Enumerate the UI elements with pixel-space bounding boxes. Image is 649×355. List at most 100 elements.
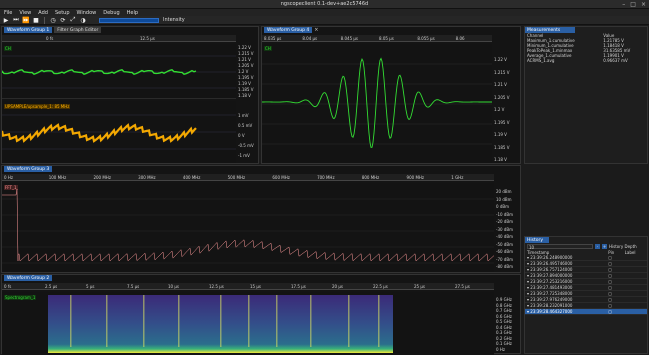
axis-tick-label: 1.19 V	[494, 132, 507, 137]
axis-tick-label: -0.5 mV	[238, 143, 254, 148]
single-trigger-icon[interactable]: ⏭	[12, 16, 20, 24]
axis-tick-label: 1.22 V	[238, 45, 251, 50]
axis-tick-label: 0.5 GHz	[496, 319, 512, 325]
measurements-panel: Measurements Channel Value Maximum_1.cumu…	[524, 26, 648, 164]
table-row-selected[interactable]: ▾ 23:39:28.464327000 ▢	[525, 308, 647, 315]
axis-tick-label: -60 dBm	[496, 249, 513, 254]
axis-tick-label: 0.1 GHz	[496, 341, 512, 347]
axis-tick-label: -70 dBm	[496, 256, 513, 262]
axis-tick-label: -40 dBm	[496, 234, 513, 239]
history-icon[interactable]: ◷	[49, 17, 57, 24]
axis-tick-label: 1.19 V	[238, 81, 251, 86]
ruler-tick: 12.5 µs	[140, 36, 155, 41]
menu-add[interactable]: Add	[38, 10, 48, 16]
ruler-tick: 8.05 µs	[379, 36, 394, 41]
axis-tick-label: 1.2 V	[238, 69, 249, 74]
zoom-fit-icon[interactable]: ⤢	[69, 16, 77, 24]
tab-waveform-group-2[interactable]: Waveform Group 2	[4, 275, 53, 281]
ruler-tick: 10 µs	[168, 284, 179, 289]
ruler-tick: 500 MHz	[227, 175, 246, 180]
axis-tick-label: 1.195 V	[238, 75, 254, 80]
window-titlebar: ngscopeclient 0.1-dev+ae2c5746d – □ ×	[0, 0, 649, 9]
menu-setup[interactable]: Setup	[55, 10, 70, 16]
upsample-trace	[2, 114, 236, 150]
ruler-tick: 7.5 µs	[127, 284, 140, 289]
ruler-tick: 15 µs	[250, 284, 261, 289]
ruler-tick: 1 GHz	[451, 175, 464, 180]
axis-tick-label: 0.8 GHz	[496, 302, 512, 308]
menu-bar: File View Add Setup Window Debug Help	[0, 9, 649, 16]
table-row[interactable]: ACRMS_1.avg 0.96637 mV	[525, 58, 647, 63]
axis-tick-label: 0 Hz	[496, 347, 505, 352]
ruler-tick: 400 MHz	[182, 175, 201, 180]
history-depth-input[interactable]: 10	[527, 244, 593, 250]
waveform-group-4: Waveform Group 4 × 8.035 µs 8.04 µs 8.045 …	[261, 26, 521, 164]
axis-tick-label: 1.185 V	[494, 144, 510, 150]
toolbar: ▶ ⏭ ⏩ ■ ◷ ⟳ ⤢ ◑ Intensity	[0, 16, 649, 25]
spectrogram-label[interactable]: Spectrogram_1	[4, 295, 37, 300]
waveform-group-1: Waveform Group 1 Filter Graph Editor 0 f…	[1, 26, 259, 164]
axis-tick-label: 1.205 V	[238, 63, 254, 68]
history-panel: History 10 - + History Depth Timestamp Pi…	[524, 236, 648, 354]
axis-tick-label: -10 dBm	[496, 211, 513, 217]
fft-trace	[2, 188, 494, 264]
ruler-tick: 800 MHz	[361, 175, 380, 180]
waveform-group-3: Waveform Group 3 0 Hz 100 MHz 200 MHz 300 M…	[1, 165, 521, 273]
tab-waveform-group-3[interactable]: Waveform Group 3	[4, 166, 53, 172]
axis-tick-label: 0.5 mV	[238, 123, 253, 128]
menu-view[interactable]: View	[19, 10, 31, 16]
axis-tick-label: 1.195 V	[494, 119, 510, 125]
ruler-tick: 12.5 µs	[209, 284, 224, 289]
tab-waveform-group-1[interactable]: Waveform Group 1	[4, 27, 53, 33]
ruler-tick: 8.045 µs	[340, 36, 359, 41]
menu-file[interactable]: File	[4, 10, 12, 16]
history-table: Timestamp Pin Label ▾ 23:39:26.248900000 ▢ …	[525, 250, 647, 315]
axis-tick-label: 1.215 V	[494, 69, 510, 75]
axis-tick-label: -20 dBm	[496, 219, 513, 224]
tab-waveform-group-4[interactable]: Waveform Group 4	[264, 27, 313, 33]
axis-tick-label: -30 dBm	[496, 226, 513, 232]
history-depth-label: History Depth	[609, 244, 637, 249]
ch-trace	[2, 55, 236, 89]
ruler-tick: 200 MHz	[93, 175, 111, 180]
axis-tick-label: 0.6 GHz	[496, 313, 512, 319]
ruler-tick: 8.04 µs	[302, 36, 318, 41]
ruler-tick: 8.06	[455, 36, 465, 41]
stop-icon[interactable]: ■	[32, 17, 40, 24]
ruler-tick: 25 µs	[414, 284, 425, 289]
intensity-slider[interactable]	[99, 17, 159, 23]
play-icon[interactable]: ▶	[2, 17, 10, 24]
axis-tick-label: 20 dBm	[496, 189, 512, 194]
maximize-icon[interactable]: □	[630, 1, 636, 8]
axis-tick-label: -80 dBm	[496, 264, 513, 269]
axis-tick-label: 1.215 V	[238, 51, 254, 56]
axis-tick-label: 0 V	[238, 133, 245, 138]
decrement-button[interactable]: -	[595, 244, 600, 249]
axis-tick-label: 0.2 GHz	[496, 335, 512, 341]
menu-help[interactable]: Help	[127, 10, 138, 16]
axis-tick-label: 0.7 GHz	[496, 308, 512, 314]
axis-tick-label: 1.18 V	[494, 157, 507, 162]
ruler-tick: 2.5 µs	[45, 284, 58, 289]
axis-tick-label: 1.2 V	[494, 107, 505, 112]
axis-tick-label: 0.3 GHz	[496, 330, 512, 336]
menu-window[interactable]: Window	[77, 10, 97, 16]
ruler-tick: 0 fs	[46, 36, 54, 41]
minimize-icon[interactable]: –	[622, 1, 625, 8]
increment-button[interactable]: +	[602, 244, 607, 249]
ruler-tick: 300 MHz	[138, 175, 156, 180]
refresh-icon[interactable]: ⟳	[59, 17, 67, 24]
intensity-label: Intensity	[163, 17, 185, 23]
close-icon[interactable]: ×	[641, 1, 646, 8]
force-trigger-icon[interactable]: ⏩	[22, 17, 30, 24]
tab-filter-graph-editor[interactable]: Filter Graph Editor	[54, 27, 102, 33]
axis-tick-label: 1.22 V	[494, 57, 507, 62]
time-ruler[interactable]	[2, 35, 236, 42]
color-icon[interactable]: ◑	[79, 17, 87, 24]
ruler-tick: 20 µs	[332, 284, 343, 289]
ruler-tick: 600 MHz	[272, 175, 290, 180]
ruler-tick: 0 fs	[4, 284, 12, 289]
menu-debug[interactable]: Debug	[103, 10, 119, 16]
close-icon[interactable]: ×	[314, 27, 318, 33]
ruler-tick: 0 Hz	[4, 175, 13, 180]
